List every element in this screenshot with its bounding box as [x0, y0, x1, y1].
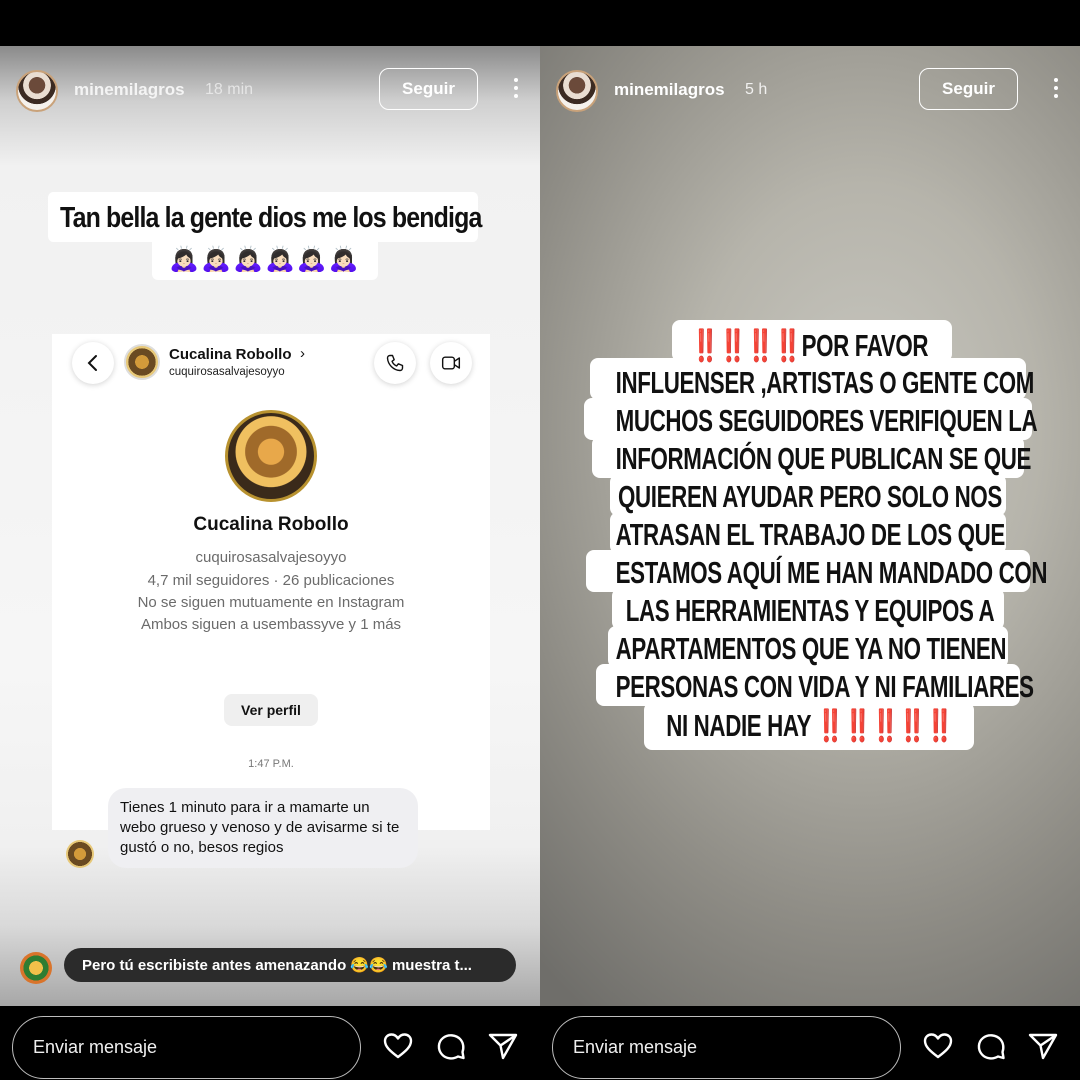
- story-caption: Tan bella la gente dios me los bendiga 🙇…: [48, 192, 482, 284]
- story-text-line: INFORMACIÓN QUE PUBLICAN SE QUE: [615, 441, 1032, 476]
- username[interactable]: minemilagros: [74, 80, 185, 100]
- story-left[interactable]: minemilagros 18 min Seguir Tan bella la …: [0, 46, 540, 1006]
- story-text-line: LAS HERRAMIENTAS Y EQUIPOS A: [625, 593, 995, 628]
- story-header: minemilagros 5 h Seguir: [556, 68, 1064, 114]
- comment-bubble-icon[interactable]: [975, 1030, 1007, 1062]
- profile-name: Cucalina Robollo: [193, 514, 349, 535]
- story-text-line: PERSONAS CON VIDA Y NI FAMILIARES: [615, 669, 1034, 704]
- video-camera-icon: [430, 342, 472, 384]
- profile-handle: cuquirosasalvajesoyyo: [195, 549, 347, 566]
- story-text-line: ATRASAN EL TRABAJO DE LOS QUE: [615, 517, 1006, 552]
- story-text-line: MUCHOS SEGUIDORES VERIFIQUEN LA: [615, 403, 1038, 438]
- chevron-left-icon: [72, 342, 114, 384]
- phone-icon: [374, 342, 416, 384]
- follow-button[interactable]: Seguir: [919, 68, 1018, 110]
- heart-icon[interactable]: [382, 1030, 414, 1062]
- more-vertical-icon[interactable]: [1052, 78, 1060, 102]
- username[interactable]: minemilagros: [614, 80, 725, 100]
- send-icon[interactable]: [1027, 1030, 1059, 1062]
- profile-stats: 4,7 mil seguidores · 26 publicaciones: [147, 572, 395, 589]
- message-input[interactable]: [552, 1016, 901, 1079]
- contact-avatar: [124, 344, 160, 380]
- caption-emoji: 🙇🏻‍♀️🙇🏻‍♀️🙇🏻‍♀️🙇🏻‍♀️🙇🏻‍♀️🙇🏻‍♀️: [152, 240, 378, 280]
- reply-bar: [0, 1006, 540, 1080]
- story-text-line: QUIEREN AYUDAR PERO SOLO NOS: [618, 479, 1002, 514]
- comment-pill[interactable]: Pero tú escribiste antes amenazando 😂😂 m…: [64, 948, 516, 982]
- contact-handle: cuquirosasalvajesoyyo: [169, 366, 285, 378]
- both-follow-text: Ambos siguen a usembassyve y 1 más: [140, 616, 402, 633]
- caption-text: Tan bella la gente dios me los bendiga: [48, 192, 482, 242]
- contact-name: Cucalina Robollo: [169, 346, 292, 363]
- story-text-line: NI NADIE HAY ‼️‼️‼️‼️‼️: [666, 708, 954, 743]
- reply-bar: [540, 1006, 1080, 1080]
- story-text-line: APARTAMENTOS QUE YA NO TIENEN: [615, 631, 1007, 666]
- avatar[interactable]: [556, 70, 598, 112]
- send-icon[interactable]: [487, 1030, 519, 1062]
- follow-button[interactable]: Seguir: [379, 68, 478, 110]
- commenter-avatar: [20, 952, 52, 984]
- time-ago: 5 h: [745, 81, 768, 98]
- dm-screenshot: Cucalina Robollo › cuquirosasalvajesoyyo…: [52, 334, 490, 868]
- chevron-right-icon: ›: [300, 345, 305, 362]
- story-text-line: INFLUENSER ,ARTISTAS O GENTE COM: [615, 365, 1035, 400]
- story-text-line: ESTAMOS AQUÍ ME HAN MANDADO CON: [615, 555, 1048, 590]
- heart-icon[interactable]: [922, 1030, 954, 1062]
- story-header: minemilagros 18 min Seguir: [16, 68, 524, 114]
- avatar[interactable]: [16, 70, 58, 112]
- comment-bubble-icon[interactable]: [435, 1030, 467, 1062]
- view-profile-button: Ver perfil: [224, 694, 318, 726]
- time-ago: 18 min: [205, 81, 254, 98]
- status-bar: [0, 0, 1080, 46]
- story-right[interactable]: minemilagros 5 h Seguir ‼️‼️‼️‼️POR FAVO…: [540, 46, 1080, 1006]
- message-bubble: Tienes 1 minuto para ir a mamarte un web…: [108, 788, 418, 868]
- message-timestamp: 1:47 P.M.: [248, 758, 294, 770]
- message-input[interactable]: [12, 1016, 361, 1079]
- mutual-text: No se siguen mutuamente en Instagram: [137, 594, 405, 611]
- sender-avatar: [66, 840, 94, 868]
- story-text-line: ‼️‼️‼️‼️POR FAVOR: [691, 328, 929, 363]
- more-vertical-icon[interactable]: [512, 78, 520, 102]
- profile-avatar: [225, 410, 317, 502]
